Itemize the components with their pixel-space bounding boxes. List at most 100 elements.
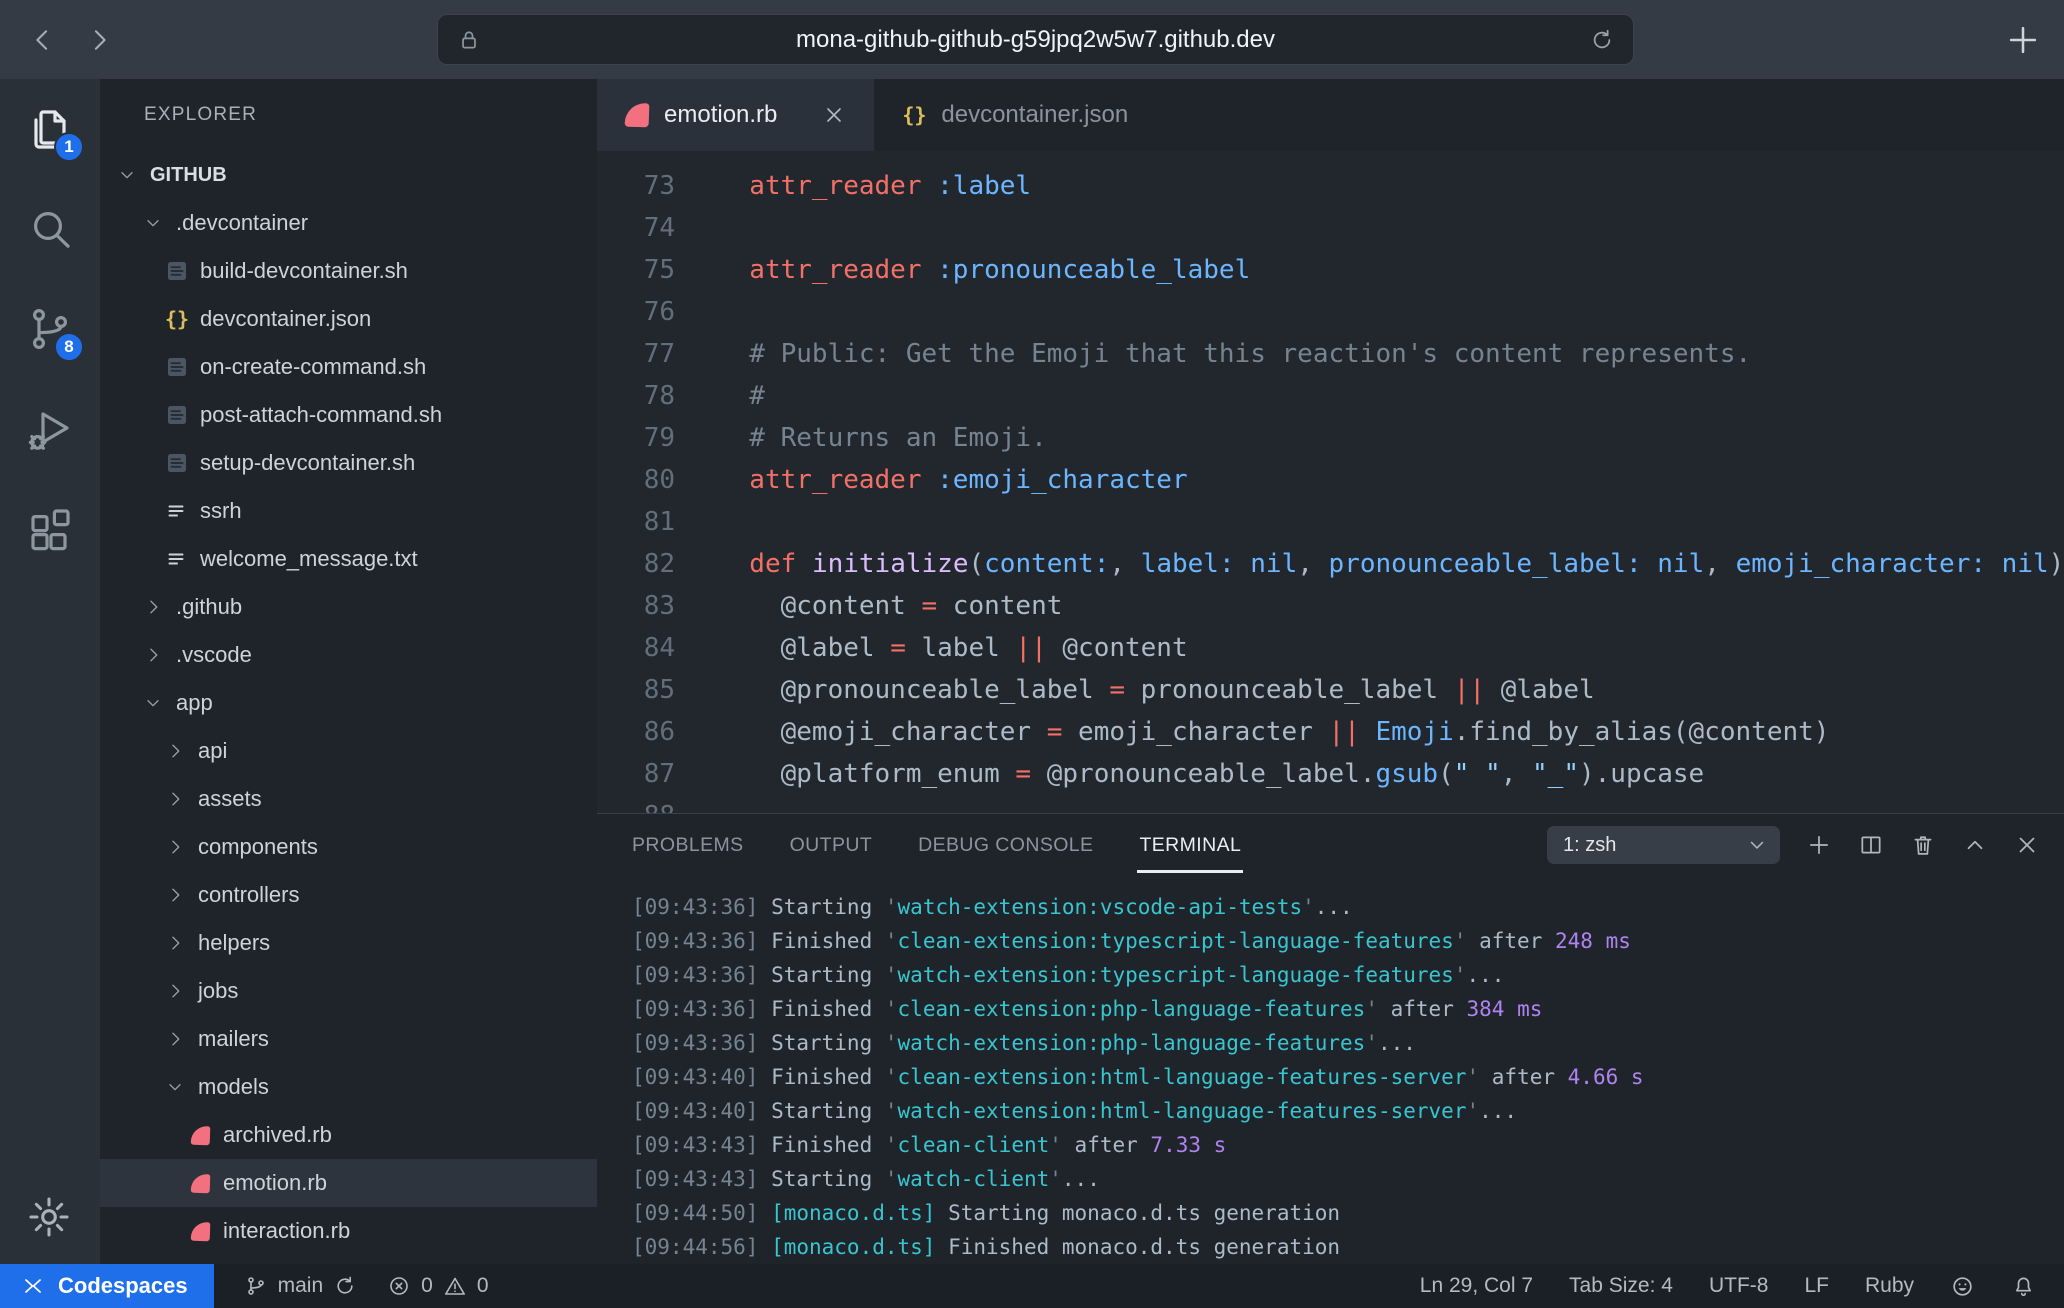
line-number: 75 [597,249,675,291]
chevron-down-icon [143,213,163,233]
tree-item-.github[interactable]: .github [100,583,597,631]
tree-item-label: models [198,1074,269,1100]
chevron-right-icon [165,981,185,1001]
plus-icon[interactable] [1806,832,1832,858]
tree-item-label: api [198,738,227,764]
terminal-line: [09:44:56] [monaco.d.ts] Finished monaco… [632,1230,2064,1264]
activity-search[interactable] [26,205,74,253]
branch-indicator[interactable]: main [244,1274,358,1298]
tree-item-setup-devcontainer.sh[interactable]: setup-devcontainer.sh [100,439,597,487]
explorer-sidebar: EXPLORER GITHUB.devcontainerbuild-devcon… [100,79,597,1264]
terminal-output[interactable]: [09:43:36] Starting 'watch-extension:vsc… [597,876,2064,1264]
chevron-down-icon [143,693,163,713]
tree-item-jobs[interactable]: jobs [100,967,597,1015]
terminal-line: [09:43:40] Finished 'clean-extension:htm… [632,1060,2064,1094]
tree-item-label: .devcontainer [176,210,308,236]
tab-devcontainer.json[interactable]: {}devcontainer.json [874,79,1156,151]
tab-label: devcontainer.json [941,101,1128,129]
tree-item-api[interactable]: api [100,727,597,775]
panel-tab-terminal[interactable]: TERMINAL [1139,828,1241,863]
status-eol[interactable]: LF [1804,1274,1829,1298]
status-language-mode[interactable]: Ruby [1865,1274,1914,1298]
editor-tab-bar: emotion.rb{}devcontainer.json [597,79,2064,151]
panel-tab-problems[interactable]: PROBLEMS [632,828,744,863]
status-indentation[interactable]: Tab Size: 4 [1569,1274,1673,1298]
close-icon[interactable] [822,103,846,127]
tree-item-on-create-command.sh[interactable]: on-create-command.sh [100,343,597,391]
status-cursor-position[interactable]: Ln 29, Col 7 [1420,1274,1533,1298]
chevron-right-icon [165,1029,185,1049]
tree-item-controllers[interactable]: controllers [100,871,597,919]
split-icon[interactable] [1858,832,1884,858]
activity-explorer[interactable]: 1 [26,105,74,153]
tree-item-build-devcontainer.sh[interactable]: build-devcontainer.sh [100,247,597,295]
tree-item-post-attach-command.sh[interactable]: post-attach-command.sh [100,391,597,439]
tree-item-app[interactable]: app [100,679,597,727]
new-tab-button[interactable] [2004,21,2042,59]
tree-item-archived.rb[interactable]: archived.rb [100,1111,597,1159]
code-line-73: 73 attr_reader :label [597,165,2064,207]
line-number: 81 [597,501,675,543]
code-line-74: 74 [597,207,2064,249]
remote-icon [20,1273,46,1299]
tree-item-helpers[interactable]: helpers [100,919,597,967]
activity-run-and-debug[interactable] [26,405,74,453]
tree-item-label: on-create-command.sh [200,354,426,380]
panel-tab-debug-console[interactable]: DEBUG CONSOLE [918,828,1093,863]
problems-indicator[interactable]: 0 0 [387,1274,488,1298]
tree-item-ssrh[interactable]: ssrh [100,487,597,535]
line-number: 80 [597,459,675,501]
terminal-line: [09:44:50] [monaco.d.ts] Starting monaco… [632,1196,2064,1230]
ruby-icon [188,1171,212,1195]
status-encoding[interactable]: UTF-8 [1709,1274,1769,1298]
tab-emotion.rb[interactable]: emotion.rb [597,79,874,151]
tree-item-emotion.rb[interactable]: emotion.rb [100,1159,597,1207]
status-bell[interactable] [2011,1274,2036,1299]
activity-settings[interactable] [26,1194,74,1242]
line-number: 83 [597,585,675,627]
terminal-picker[interactable]: 1: zsh [1547,826,1780,864]
tree-item-label: ssrh [200,498,242,524]
sync-icon[interactable] [333,1274,357,1298]
tree-item-components[interactable]: components [100,823,597,871]
browser-forward-button[interactable] [82,23,116,57]
tree-item-models[interactable]: models [100,1063,597,1111]
code-line-82: 82 def initialize(content:, label: nil, … [597,543,2064,585]
chevron-right-icon [84,25,114,55]
activity-source-control[interactable]: 8 [26,305,74,353]
trash-icon[interactable] [1910,832,1936,858]
line-number: 79 [597,417,675,459]
tree-item-label: emotion.rb [223,1170,327,1196]
warning-count: 0 [477,1274,489,1298]
tree-item-mailers[interactable]: mailers [100,1015,597,1063]
bell-icon [2011,1274,2036,1299]
line-number: 76 [597,291,675,333]
code-line-85: 85 @pronounceable_label = pronounceable_… [597,669,2064,711]
tree-item-interaction.rb[interactable]: interaction.rb [100,1207,597,1255]
panel-tab-output[interactable]: OUTPUT [790,828,873,863]
status-smiley[interactable] [1950,1274,1975,1299]
tree-item-.devcontainer[interactable]: .devcontainer [100,199,597,247]
chevron-up-icon[interactable] [1962,832,1988,858]
code-line-79: 79 # Returns an Emoji. [597,417,2064,459]
activity-extensions[interactable] [26,505,74,553]
browser-back-button[interactable] [26,23,60,57]
tree-item-label: controllers [198,882,299,908]
tree-item-assets[interactable]: assets [100,775,597,823]
tree-item-label: .vscode [176,642,252,668]
debug-icon [26,405,74,453]
tree-item-welcome_message.txt[interactable]: welcome_message.txt [100,535,597,583]
terminal-line: [09:43:43] Starting 'watch-client'... [632,1162,2064,1196]
close-icon[interactable] [2014,832,2040,858]
tree-item-.vscode[interactable]: .vscode [100,631,597,679]
terminal-picker-label: 1: zsh [1563,834,1616,857]
refresh-icon[interactable] [1589,27,1615,53]
address-bar[interactable]: mona-github-github-g59jpq2w5w7.github.de… [437,14,1634,65]
code-line-87: 87 @platform_enum = @pronounceable_label… [597,753,2064,795]
error-count: 0 [421,1274,433,1298]
tree-item-label: build-devcontainer.sh [200,258,408,284]
code-editor[interactable]: 73 attr_reader :label7475 attr_reader :p… [597,151,2064,813]
codespaces-button[interactable]: Codespaces [0,1264,214,1308]
tree-item-devcontainer.json[interactable]: {}devcontainer.json [100,295,597,343]
tree-item-GITHUB[interactable]: GITHUB [100,151,597,199]
